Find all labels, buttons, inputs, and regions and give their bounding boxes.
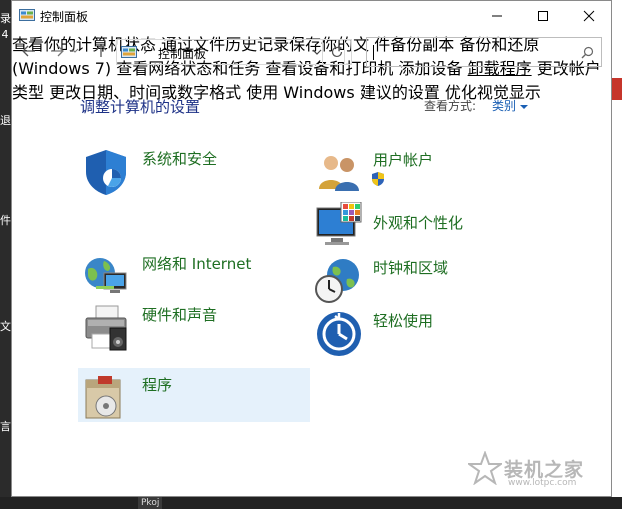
category-title[interactable]: 外观和个性化 bbox=[373, 212, 463, 233]
link-windows-recommended[interactable]: 使用 Windows 建议的设置 bbox=[246, 83, 440, 102]
clock-globe-icon bbox=[315, 259, 359, 303]
desktop-glyph: 件 bbox=[0, 214, 11, 227]
taskbar bbox=[0, 497, 622, 509]
window-title: 控制面板 bbox=[40, 10, 89, 24]
users-icon bbox=[319, 156, 359, 191]
chevron-down-icon bbox=[71, 48, 79, 53]
control-panel-icon bbox=[19, 9, 35, 21]
view-by-label: 查看方式: bbox=[424, 99, 477, 113]
search-input[interactable] bbox=[376, 42, 575, 64]
taskbar-item[interactable]: Pkoj bbox=[138, 497, 163, 509]
programs-icon bbox=[85, 376, 121, 419]
shield-icon bbox=[86, 150, 126, 195]
search-box[interactable] bbox=[366, 37, 602, 67]
star-logo-icon bbox=[468, 451, 502, 485]
category-title[interactable]: 网络和 Internet bbox=[142, 253, 251, 274]
refresh-button[interactable] bbox=[322, 39, 352, 65]
control-panel-icon bbox=[121, 46, 137, 58]
close-button[interactable] bbox=[566, 1, 612, 31]
arrow-left-icon bbox=[22, 45, 35, 57]
address-dropdown-icon[interactable] bbox=[312, 46, 322, 58]
network-globe-icon bbox=[85, 258, 127, 293]
arrow-right-icon bbox=[51, 45, 64, 57]
control-panel-window: 控制面板 › 控制面板 调整计算机的设置 查看方式: 类别 系统和安全 查看你的… bbox=[11, 0, 612, 497]
printer-icon bbox=[85, 305, 127, 351]
close-icon bbox=[583, 10, 595, 22]
view-by-dropdown[interactable]: 类别 bbox=[492, 97, 528, 114]
up-button[interactable] bbox=[90, 41, 112, 61]
dropdown-triangle-icon bbox=[519, 104, 528, 109]
maximize-icon bbox=[538, 11, 548, 21]
search-icon[interactable] bbox=[581, 46, 594, 59]
uac-shield-icon bbox=[372, 172, 384, 186]
watermark: 装机之家 www.lotpc.com bbox=[468, 451, 618, 493]
desktop-glyph: 4 bbox=[1, 28, 9, 41]
desktop-glyph: 言 bbox=[0, 420, 11, 433]
title-bar[interactable]: 控制面板 bbox=[12, 1, 611, 31]
address-bar[interactable]: › 控制面板 bbox=[116, 39, 345, 65]
refresh-icon bbox=[331, 45, 343, 58]
arrow-up-icon bbox=[95, 44, 107, 57]
back-button[interactable] bbox=[18, 41, 40, 61]
maximize-button[interactable] bbox=[520, 1, 566, 31]
ease-of-access-icon bbox=[317, 312, 361, 356]
recent-locations-button[interactable] bbox=[68, 41, 82, 61]
category-title[interactable]: 硬件和声音 bbox=[142, 304, 217, 325]
text-cursor bbox=[373, 45, 374, 60]
breadcrumb-control-panel[interactable]: 控制面板 bbox=[158, 45, 206, 62]
category-title[interactable]: 程序 bbox=[142, 374, 172, 395]
forward-button[interactable] bbox=[46, 41, 68, 61]
breadcrumb-separator: › bbox=[143, 44, 148, 58]
view-by-value: 类别 bbox=[492, 99, 517, 113]
category-title[interactable]: 轻松使用 bbox=[373, 310, 433, 331]
desktop-glyph: 文 bbox=[0, 320, 11, 333]
monitor-palette-icon bbox=[316, 202, 362, 245]
desktop-right-strip bbox=[612, 0, 622, 509]
category-title[interactable]: 系统和安全 bbox=[142, 148, 217, 169]
page-heading: 调整计算机的设置 bbox=[80, 98, 201, 116]
watermark-url: www.lotpc.com bbox=[508, 478, 577, 488]
desktop-red-mark bbox=[612, 78, 622, 100]
category-title[interactable]: 时钟和区域 bbox=[373, 257, 448, 278]
minimize-icon bbox=[492, 15, 502, 17]
category-title[interactable]: 用户帐户 bbox=[373, 149, 433, 170]
minimize-button[interactable] bbox=[474, 1, 520, 31]
desktop-glyph: 录 bbox=[0, 12, 11, 25]
desktop-glyph: 退 bbox=[0, 114, 11, 127]
